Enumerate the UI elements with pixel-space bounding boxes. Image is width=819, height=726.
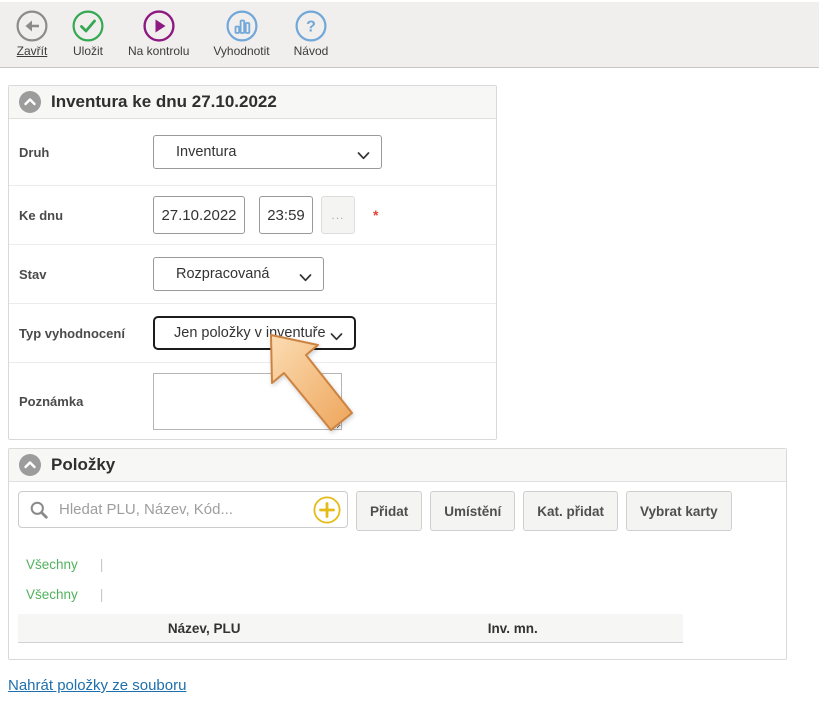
form-row-druh: Druh Inventura xyxy=(9,119,496,186)
ke-dnu-label: Ke dnu xyxy=(19,208,153,223)
inventory-panel: Inventura ke dnu 27.10.2022 Druh Inventu… xyxy=(8,85,497,440)
save-button[interactable]: Uložit xyxy=(72,10,104,58)
inventory-panel-header: Inventura ke dnu 27.10.2022 xyxy=(9,86,496,119)
search-box xyxy=(18,491,348,528)
chevron-down-icon xyxy=(330,329,343,345)
filter-separator: | xyxy=(100,586,104,602)
inventory-panel-title: Inventura ke dnu 27.10.2022 xyxy=(51,92,277,112)
druh-label: Druh xyxy=(19,145,153,160)
chevron-down-icon xyxy=(357,148,370,164)
items-table-header: Název, PLU Inv. mn. xyxy=(18,614,683,643)
form-row-stav: Stav Rozpracovaná xyxy=(9,245,496,304)
typ-vyhodnoceni-select-value: Jen položky v inventuře xyxy=(174,325,326,341)
druh-select[interactable]: Inventura xyxy=(153,135,382,169)
search-icon xyxy=(29,500,49,520)
column-header-inv-qty: Inv. mn. xyxy=(390,621,683,636)
typ-vyhodnoceni-label: Typ vyhodnocení xyxy=(19,326,153,341)
filter-row: Všechny | xyxy=(26,586,777,602)
time-field[interactable] xyxy=(259,196,313,234)
collapse-up-icon[interactable] xyxy=(19,91,41,113)
close-button[interactable]: Zavřít xyxy=(16,10,48,58)
filter-separator: | xyxy=(100,556,104,572)
items-panel-content: Přidat Umístění Kat. přidat Vybrat karty… xyxy=(9,482,786,659)
submit-for-review-button[interactable]: Na kontrolu xyxy=(128,10,189,58)
chevron-down-icon xyxy=(299,270,312,286)
stav-select[interactable]: Rozpracovaná xyxy=(153,257,324,291)
form-row-typ-vyhodnoceni: Typ vyhodnocení Jen položky v inventuře xyxy=(9,304,496,363)
add-icon[interactable] xyxy=(313,496,341,524)
required-asterisk: * xyxy=(373,207,378,223)
search-toolbar: Přidat Umístění Kat. přidat Vybrat karty xyxy=(18,491,777,531)
filter-all-link[interactable]: Všechny xyxy=(26,557,78,572)
question-circle-icon: ? xyxy=(295,10,327,42)
stav-select-value: Rozpracovaná xyxy=(176,266,270,282)
form-row-poznamka: Poznámka xyxy=(9,363,496,439)
items-panel-header: Položky xyxy=(9,449,786,482)
poznamka-label: Poznámka xyxy=(19,394,153,409)
help-label: Návod xyxy=(294,44,329,58)
druh-select-value: Inventura xyxy=(176,144,236,160)
close-label: Zavřít xyxy=(17,44,48,58)
filter-all-link[interactable]: Všechny xyxy=(26,587,78,602)
category-add-button[interactable]: Kat. přidat xyxy=(523,491,618,531)
date-picker-button[interactable]: ... xyxy=(321,196,355,234)
play-circle-icon xyxy=(143,10,175,42)
add-button[interactable]: Přidat xyxy=(356,491,422,531)
select-cards-button[interactable]: Vybrat karty xyxy=(626,491,732,531)
location-button[interactable]: Umístění xyxy=(430,491,515,531)
check-circle-icon xyxy=(72,10,104,42)
submit-for-review-label: Na kontrolu xyxy=(128,44,189,58)
date-field[interactable] xyxy=(153,196,245,234)
upload-items-from-file-link[interactable]: Nahrát položky ze souboru xyxy=(8,677,186,694)
typ-vyhodnoceni-select[interactable]: Jen položky v inventuře xyxy=(153,316,356,350)
save-label: Uložit xyxy=(73,44,103,58)
evaluate-button[interactable]: Vyhodnotit xyxy=(213,10,269,58)
items-panel-title: Položky xyxy=(51,455,115,475)
search-input[interactable] xyxy=(59,501,305,518)
filter-row: Všechny | xyxy=(26,556,777,572)
poznamka-textarea[interactable] xyxy=(153,373,342,430)
toolbar: Zavřít Uložit Na kontrolu xyxy=(0,2,819,68)
svg-text:?: ? xyxy=(306,19,316,36)
collapse-up-icon[interactable] xyxy=(19,454,41,476)
items-panel: Položky Přidat Umístění Kat. xyxy=(8,448,787,660)
stav-label: Stav xyxy=(19,267,153,282)
back-arrow-icon xyxy=(16,10,48,42)
column-header-name-plu: Název, PLU xyxy=(18,621,390,636)
help-button[interactable]: ? Návod xyxy=(294,10,329,58)
form-row-ke-dnu: Ke dnu ... * xyxy=(9,186,496,245)
evaluate-label: Vyhodnotit xyxy=(213,44,269,58)
bar-chart-icon xyxy=(226,10,258,42)
